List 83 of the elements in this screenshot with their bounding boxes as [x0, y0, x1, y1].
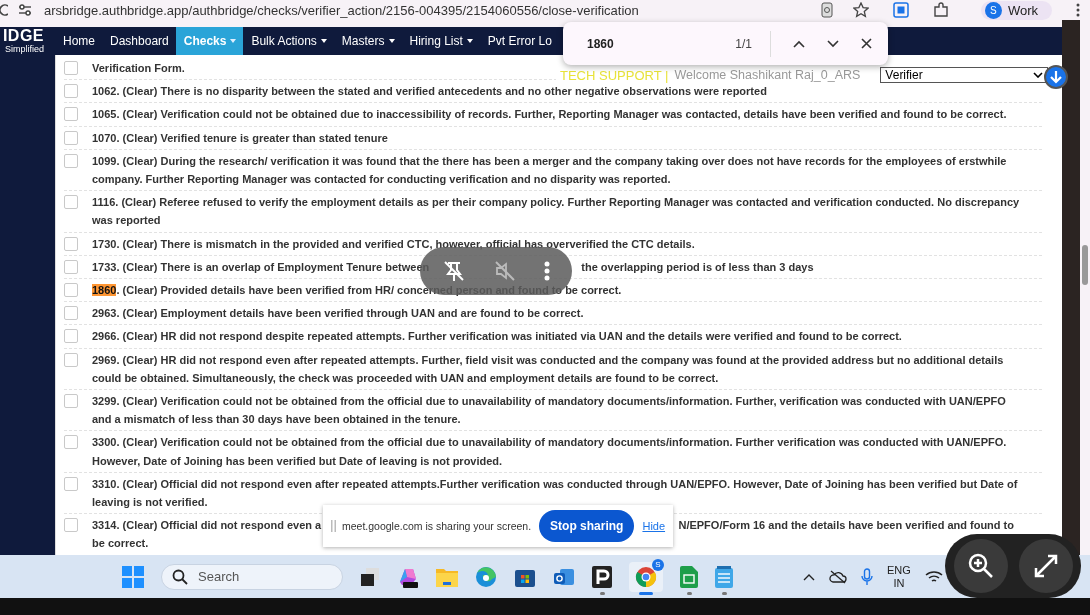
row-text: 1065. (Clear) Verification could not be obtained due to inaccessibility of records. Further, Reporting Manager was contacted, details have been verified and found to be correct. — [92, 107, 1007, 123]
app-icon[interactable] — [592, 565, 612, 588]
row-text-continuation: N/EPFO/Form 16 and the details have been verified and found to — [678, 518, 1014, 534]
checkbox[interactable] — [64, 130, 78, 145]
language-indicator[interactable]: ENG IN — [887, 563, 911, 590]
hide-link[interactable]: Hide — [642, 520, 666, 532]
row-text: 2966. (Clear) HR did not respond despite repeated attempts. Further verification was initiated via UAN and the details were verified and found to be correct. — [92, 329, 902, 345]
next-match-icon[interactable] — [827, 39, 839, 48]
checkbox[interactable] — [64, 283, 78, 298]
previous-match-icon[interactable] — [793, 39, 805, 48]
row-text: 1116. (Clear) Referee refused to verify the employment details as per their company policy. Further Reporting Manager was contacted and verification conducted. No discrepancy was reported — [92, 195, 1021, 229]
checkbox[interactable] — [64, 435, 78, 450]
row-text: 1062. (Clear) There is no disparity between the stated and verified antecedents and no other negative observations were reported — [92, 84, 767, 100]
zoom-in-icon[interactable] — [952, 538, 1009, 594]
row-text: 3299. (Clear) Verification could not be obtained from the official due to unavailability of mandatory documents/information. Further, verification was conducted with UAN/EPFO and a mismatch of less than 30 days have been obtained in the tenure. — [92, 394, 1007, 428]
welcome-text: Welcome Shashikant Raj_0_ARS — [674, 68, 861, 82]
checkbox[interactable] — [64, 394, 78, 409]
sharing-message: meet.google.com is sharing your screen. — [342, 520, 532, 532]
expand-icon[interactable] — [1017, 538, 1074, 594]
row-text: 3314. (Clear) Official did not respond even a — [92, 518, 322, 534]
folder-icon[interactable] — [436, 566, 458, 587]
nav-item[interactable]: Bulk Actions — [243, 27, 334, 55]
screen-capture-icon[interactable] — [892, 2, 909, 18]
checkbox[interactable] — [64, 107, 78, 122]
close-icon[interactable] — [861, 38, 872, 49]
checkbox[interactable] — [64, 306, 78, 321]
checkbox[interactable] — [64, 518, 78, 533]
role-select[interactable]: Verifier — [880, 67, 1049, 83]
checkbox[interactable] — [64, 476, 78, 491]
extensions-icon[interactable] — [932, 2, 949, 18]
muted-sound-icon[interactable] — [493, 259, 517, 283]
chrome-browser-icon[interactable] — [635, 565, 657, 588]
logo-tagline: Simplified — [5, 44, 44, 54]
site-info-icon[interactable] — [18, 3, 32, 17]
checkbox[interactable] — [64, 153, 78, 168]
reload-icon[interactable] — [0, 3, 8, 17]
checkbox[interactable] — [64, 61, 78, 75]
checkbox[interactable] — [64, 259, 78, 274]
row-text: 2963. (Clear) Employment details have been verified through UAN and are found to be correct. — [92, 306, 584, 322]
profile-badge: S — [652, 558, 664, 571]
row-text: 1070. (Clear) Verified tenure is greater than stated tenure — [92, 130, 388, 146]
search-icon — [172, 568, 188, 585]
edge-browser-icon[interactable] — [475, 565, 497, 588]
row-text: 2969. (Clear) HR did not respond even after repeated attempts. Further, field visit was conducted and the company was found at the provided address but no additional details could be obtained. Simultaneously, the check was proceeded with UAN and employment details are found to be correct. — [92, 352, 1005, 386]
nav-item[interactable]: Pvt Error Lo — [479, 27, 552, 55]
wifi-icon[interactable] — [924, 569, 943, 584]
chevron-down-icon — [1033, 72, 1044, 78]
checkbox[interactable] — [64, 352, 78, 367]
chevron-up-icon[interactable] — [803, 572, 815, 581]
row-text: 1730. (Clear) There is mismatch in the provided and verified CTC, however, official has oververified the CTC details. — [92, 236, 695, 252]
more-options-icon[interactable] — [544, 261, 551, 281]
checkbox[interactable] — [64, 195, 78, 210]
checkbox[interactable] — [64, 84, 78, 99]
checkbox[interactable] — [64, 329, 78, 344]
logo-text: IDGE — [2, 28, 44, 44]
row-text: 3310. (Clear) Official did not respond even after repeated attempts.Further verification was conducted through UAN/EPFO. However, Date of Joining has been verified but Date of leaving is not verified. — [92, 476, 1019, 511]
row-text: 1099. (Clear) During the research/ verification it was found that the there has been a merger and the company taking over does not have records for the employees of erstwhile company. Further Reporting Manager was contacted for conducting verification and no disparity was reported. — [92, 153, 1008, 187]
windows-start-icon[interactable] — [122, 565, 144, 588]
microphone-icon[interactable] — [861, 567, 873, 586]
notepad-icon[interactable] — [715, 565, 733, 588]
spreadsheet-app-icon[interactable] — [680, 565, 698, 588]
checkbox[interactable] — [64, 236, 78, 251]
taskbar-search-field[interactable]: Search — [161, 563, 343, 590]
bookmark-star-icon[interactable] — [852, 2, 869, 18]
row-text-continuation: be correct. — [92, 536, 149, 552]
nav-item[interactable]: Home — [55, 27, 102, 55]
profile-button[interactable]: S Work — [980, 0, 1052, 20]
nav-item[interactable]: Dashboard — [102, 27, 176, 55]
reader-mode-icon[interactable] — [818, 2, 835, 18]
cloud-off-icon[interactable] — [829, 569, 847, 584]
row-text: Verification Form. — [92, 61, 185, 76]
row-text: 3300. (Clear) Verification could not be obtained from the official due to unavailability of mandatory documents/information. Further verification was conducted with UAN/EPFO. However, Date of Joining has been verified but Date of leaving is not provided. — [92, 435, 1008, 469]
nav-item[interactable]: Hiring List — [401, 27, 480, 55]
browser-menu-icon[interactable] — [1076, 3, 1080, 17]
unpin-icon[interactable] — [441, 259, 466, 283]
match-count: 1/1 — [735, 36, 752, 51]
drag-handle-icon[interactable] — [331, 520, 336, 532]
task-view-icon[interactable] — [360, 566, 380, 587]
stop-sharing-button[interactable]: Stop sharing — [539, 510, 635, 542]
nav-item[interactable]: Masters — [333, 27, 402, 55]
row-text-continuation: the overlapping period is of less than 3 days — [581, 259, 814, 275]
find-field[interactable]: 1860 — [587, 36, 714, 51]
address-bar-url[interactable]: arsbridge.authbridge.app/authbridge/checks/verifier_action/2156-004395/2154060556/close-verification — [44, 2, 639, 18]
